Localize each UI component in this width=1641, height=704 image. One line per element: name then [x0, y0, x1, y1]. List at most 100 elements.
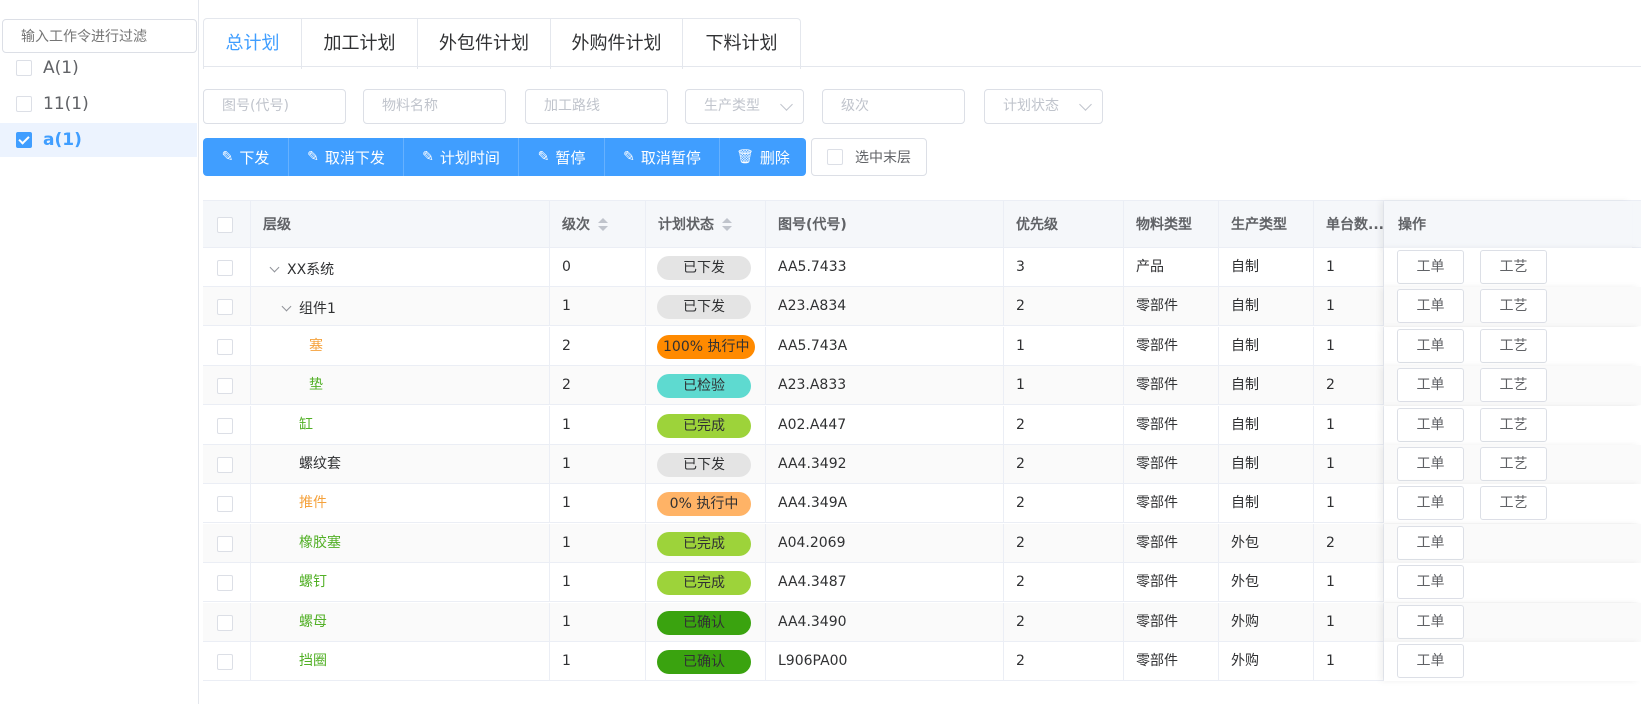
row-checkbox[interactable]: [217, 338, 233, 355]
tab-3[interactable]: 外购件计划: [551, 19, 683, 69]
col-plan-status[interactable]: 计划状态: [646, 201, 766, 249]
table-row[interactable]: XX系统 0 已下发 AA5.7433 3 产品 自制 1 工单 工艺: [203, 248, 1641, 287]
process-button[interactable]: 工艺: [1480, 250, 1547, 284]
work-order-button[interactable]: 工单: [1397, 644, 1464, 678]
process-button[interactable]: 工艺: [1480, 447, 1547, 481]
process-button[interactable]: 工艺: [1480, 328, 1547, 363]
row-name: 螺钉: [299, 574, 327, 591]
tab-1[interactable]: 加工计划: [302, 19, 418, 69]
table-row[interactable]: 螺钉 1 已完成 AA4.3487 2 零部件 外包 1 工单: [203, 563, 1641, 603]
status-cell: 已确认: [646, 642, 766, 681]
table-row[interactable]: 组件1 1 已下发 A23.A834 2 零部件 自制 1 工单 工艺: [203, 287, 1641, 327]
row-checkbox[interactable]: [217, 417, 233, 434]
work-order-button[interactable]: 工单: [1397, 250, 1464, 284]
cancel-issue-label: 取消下发: [324, 148, 385, 167]
work-order-button[interactable]: 工单: [1397, 328, 1464, 363]
work-order-button[interactable]: 工单: [1397, 604, 1464, 639]
select-leaf-label: 选中末层: [855, 150, 911, 166]
table-row[interactable]: 螺纹套 1 已下发 AA4.3492 2 零部件 自制 1 工单 工艺: [203, 445, 1641, 484]
delete-label: 删除: [759, 148, 790, 167]
level-cell: 1: [550, 445, 646, 484]
select-leaf-checkbox[interactable]: [827, 149, 843, 165]
production-type-cell: 自制: [1219, 248, 1314, 287]
material-name-filter[interactable]: 物料名称: [363, 89, 506, 124]
plan-status-placeholder: 计划状态: [1003, 98, 1059, 114]
tree-item[interactable]: 11(1): [0, 87, 197, 121]
table-row[interactable]: 螺母 1 已确认 AA4.3490 2 零部件 外购 1 工单: [203, 602, 1641, 642]
table-row[interactable]: 橡胶塞 1 已完成 A04.2069 2 零部件 外包 2 工单: [203, 523, 1641, 563]
table-row[interactable]: 垫 2 已检验 A23.A833 1 零部件 自制 2 工单 工艺: [203, 366, 1641, 406]
tab-2[interactable]: 外包件计划: [418, 19, 551, 69]
level-cell: 1: [550, 523, 646, 563]
level-filter[interactable]: 级次: [822, 89, 965, 124]
material-type-cell: 零部件: [1124, 563, 1219, 603]
row-checkbox[interactable]: [217, 299, 233, 316]
route-filter[interactable]: 加工路线: [525, 89, 668, 124]
row-checkbox[interactable]: [217, 378, 233, 395]
hierarchy-cell: 塞: [251, 326, 550, 366]
process-button[interactable]: 工艺: [1480, 289, 1547, 324]
status-badge: 已确认: [657, 610, 751, 635]
row-checkbox[interactable]: [217, 260, 233, 276]
production-type-select[interactable]: 生产类型: [685, 89, 804, 124]
row-checkbox[interactable]: [217, 575, 233, 592]
tab-0[interactable]: 总计划: [204, 19, 302, 69]
process-button[interactable]: 工艺: [1480, 368, 1547, 403]
select-all-checkbox[interactable]: [217, 217, 233, 233]
process-button[interactable]: 工艺: [1480, 407, 1547, 442]
table-row[interactable]: 塞 2 100% 执行中 AA5.743A 1 零部件 自制 1 工单 工艺: [203, 326, 1641, 366]
drawing-no-filter[interactable]: 图号(代号): [203, 89, 346, 124]
expand-chevron-icon[interactable]: [281, 301, 292, 312]
action-button-group: ✎ 下发 ✎ 取消下发 ✎ 计划时间 ✎ 暂停 ✎ 取消暂停 🗑 删除: [203, 138, 806, 176]
process-button[interactable]: 工艺: [1480, 486, 1547, 521]
work-order-button[interactable]: 工单: [1397, 407, 1464, 442]
table-row[interactable]: 缸 1 已完成 A02.A447 2 零部件 自制 1 工单 工艺: [203, 405, 1641, 445]
table-row[interactable]: 挡圈 1 已确认 L906PA00 2 零部件 外购 1 工单: [203, 642, 1641, 681]
expand-chevron-icon[interactable]: [269, 262, 280, 273]
row-checkbox[interactable]: [217, 654, 233, 670]
drawing-cell: A23.A833: [766, 366, 1004, 406]
tree-item-checkbox[interactable]: [16, 132, 32, 148]
tree-item-checkbox[interactable]: [16, 60, 32, 76]
pause-button[interactable]: ✎ 暂停: [519, 138, 605, 176]
tree-item-label: 11(1): [43, 94, 89, 114]
level-cell: 1: [550, 287, 646, 327]
hierarchy-cell: 推件: [251, 484, 550, 524]
left-panel: A(1) 11(1) a(1): [0, 0, 199, 704]
plan-time-button[interactable]: ✎ 计划时间: [404, 138, 519, 176]
row-checkbox[interactable]: [217, 614, 233, 631]
row-name: 螺母: [299, 613, 327, 630]
row-checkbox[interactable]: [217, 457, 233, 473]
work-order-button[interactable]: 工单: [1397, 447, 1464, 481]
edit-icon: ✎: [307, 149, 319, 165]
col-level[interactable]: 级次: [550, 201, 646, 249]
work-order-button[interactable]: 工单: [1397, 368, 1464, 403]
delete-button[interactable]: 🗑 删除: [720, 138, 806, 176]
row-checkbox[interactable]: [217, 496, 233, 513]
work-order-button[interactable]: 工单: [1397, 525, 1464, 560]
work-order-button[interactable]: 工单: [1397, 565, 1464, 600]
work-order-button[interactable]: 工单: [1397, 486, 1464, 521]
table-row[interactable]: 推件 1 0% 执行中 AA4.349A 2 零部件 自制 1 工单 工艺: [203, 484, 1641, 524]
level-cell: 2: [550, 326, 646, 366]
tab-4[interactable]: 下料计划: [683, 19, 800, 69]
work-order-filter-input[interactable]: [2, 19, 197, 53]
unit-qty-cell: 1: [1314, 602, 1384, 642]
trash-icon: 🗑: [736, 149, 754, 165]
hierarchy-cell: 螺钉: [251, 563, 550, 603]
sort-icon[interactable]: [598, 218, 608, 232]
sort-icon[interactable]: [722, 218, 732, 232]
cancel-pause-button[interactable]: ✎ 取消暂停: [605, 138, 720, 176]
tree-item[interactable]: A(1): [0, 51, 197, 85]
work-order-button[interactable]: 工单: [1397, 289, 1464, 324]
issue-button[interactable]: ✎ 下发: [203, 138, 289, 176]
cancel-issue-button[interactable]: ✎ 取消下发: [289, 138, 404, 176]
tree-item[interactable]: a(1): [0, 123, 197, 157]
priority-cell: 1: [1004, 366, 1124, 406]
tree-item-checkbox[interactable]: [16, 96, 32, 112]
material-type-cell: 零部件: [1124, 326, 1219, 366]
plan-status-select[interactable]: 计划状态: [984, 89, 1103, 124]
row-checkbox[interactable]: [217, 535, 233, 552]
select-leaf-toggle[interactable]: 选中末层: [811, 138, 927, 176]
status-badge: 已完成: [657, 571, 751, 596]
